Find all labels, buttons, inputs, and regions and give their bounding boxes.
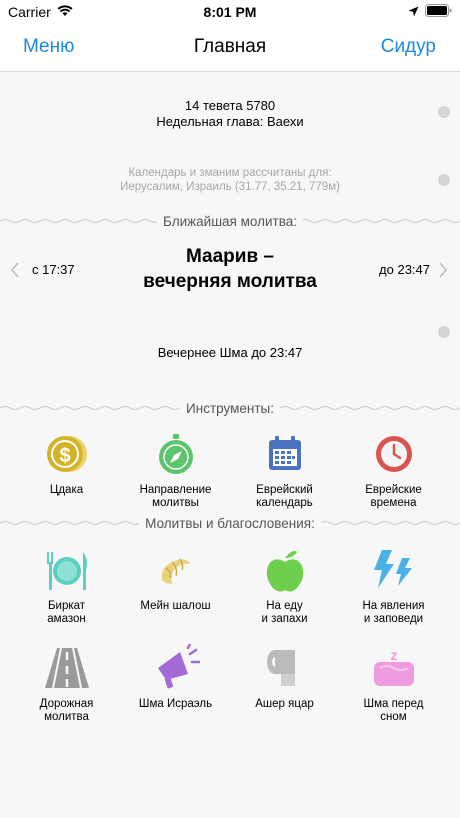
road-icon xyxy=(43,644,91,692)
svg-text:z: z xyxy=(390,647,397,663)
toilet-paper-icon xyxy=(261,644,309,692)
croissant-icon xyxy=(152,546,200,594)
page-indicator-dot[interactable] xyxy=(438,326,450,338)
status-bar: Carrier 8:01 PM xyxy=(0,0,460,24)
blessing-label: Биркат амазон xyxy=(47,600,86,625)
blessing-bedtime-shema[interactable]: z Шма перед сном xyxy=(339,644,448,724)
section-label: Молитвы и благословения: xyxy=(139,516,321,531)
lightning-icon xyxy=(370,546,418,594)
blessing-travel-prayer[interactable]: Дорожная молитва xyxy=(12,644,121,724)
tool-label: Направление молитвы xyxy=(139,484,212,509)
location-caption: Календарь и зманим рассчитаны для: xyxy=(128,167,332,179)
battery-icon xyxy=(425,4,452,20)
clock-icon xyxy=(370,430,418,478)
tools-grid: $ Цдака Направление молитвы Еврейский ка… xyxy=(12,430,448,510)
section-header-blessings: Молитвы и благословения: xyxy=(0,515,460,533)
megaphone-icon xyxy=(152,644,200,692)
blessing-label: На еду и запахи xyxy=(261,600,308,625)
blessing-food-and-scents[interactable]: На еду и запахи xyxy=(230,546,339,626)
evening-shema-time: Вечернее Шма до 23:47 xyxy=(157,345,303,360)
blessing-asher-yatzar[interactable]: Ашер яцар xyxy=(230,644,339,724)
tool-label: Еврейский календарь xyxy=(256,484,313,509)
apple-icon xyxy=(261,546,309,594)
section-label: Ближайшая молитва: xyxy=(157,214,303,229)
status-time: 8:01 PM xyxy=(203,4,257,20)
blessing-label: На явления и заповеди xyxy=(362,600,425,625)
compass-icon xyxy=(152,430,200,478)
navigation-bar: Меню Главная Сидур xyxy=(0,24,460,72)
tool-label: Цдака xyxy=(49,484,84,496)
section-header-prayer: Ближайшая молитва: xyxy=(0,213,460,231)
tool-label: Еврейские времена xyxy=(365,484,422,509)
blessing-meyn-shalosh[interactable]: Мейн шалош xyxy=(121,546,230,626)
page-indicator-dot[interactable] xyxy=(438,106,450,118)
blessing-label: Шма Исраэль xyxy=(138,698,213,710)
blessing-label: Ашер яцар xyxy=(255,698,314,710)
section-header-tools: Инструменты: xyxy=(0,400,460,418)
blessing-label: Шма перед сном xyxy=(363,698,424,723)
tool-prayer-direction[interactable]: Направление молитвы xyxy=(121,430,230,510)
weekly-parasha: Недельная глава: Ваехи xyxy=(156,114,304,129)
location-coordinates: Иерусалим, Израиль (31.77, 35.21, 779м) xyxy=(120,181,340,193)
blessing-birkat-hamazon[interactable]: Биркат амазон xyxy=(12,546,121,626)
coin-icon: $ xyxy=(43,430,91,478)
siddur-button[interactable]: Сидур xyxy=(381,36,436,58)
plate-icon xyxy=(43,546,91,594)
blessing-label: Мейн шалош xyxy=(140,600,211,612)
chevron-right-icon[interactable] xyxy=(438,262,448,283)
blessing-phenomena-and-mitzvot[interactable]: На явления и заповеди xyxy=(339,546,448,626)
sleep-icon: z xyxy=(370,644,418,692)
blessings-grid-row1: Биркат амазон Мейн шалош На еду и запахи… xyxy=(12,546,448,626)
tool-tzedakah[interactable]: $ Цдака xyxy=(12,430,121,510)
svg-text:$: $ xyxy=(59,445,70,467)
location-arrow-icon xyxy=(408,4,419,20)
prayer-end-time: до 23:47 xyxy=(379,262,430,277)
blessings-grid-row2: Дорожная молитва Шма Исраэль Ашер яцар z… xyxy=(12,644,448,724)
calendar-icon xyxy=(261,430,309,478)
blessing-label: Дорожная молитва xyxy=(39,698,94,723)
tool-jewish-calendar[interactable]: Еврейский календарь xyxy=(230,430,339,510)
page-indicator-dot[interactable] xyxy=(438,174,450,186)
status-right xyxy=(408,4,452,20)
tool-jewish-times[interactable]: Еврейские времена xyxy=(339,430,448,510)
blessing-shema-israel[interactable]: Шма Исраэль xyxy=(121,644,230,724)
hebrew-date: 14 тевета 5780 xyxy=(184,98,276,113)
section-label: Инструменты: xyxy=(180,401,280,416)
